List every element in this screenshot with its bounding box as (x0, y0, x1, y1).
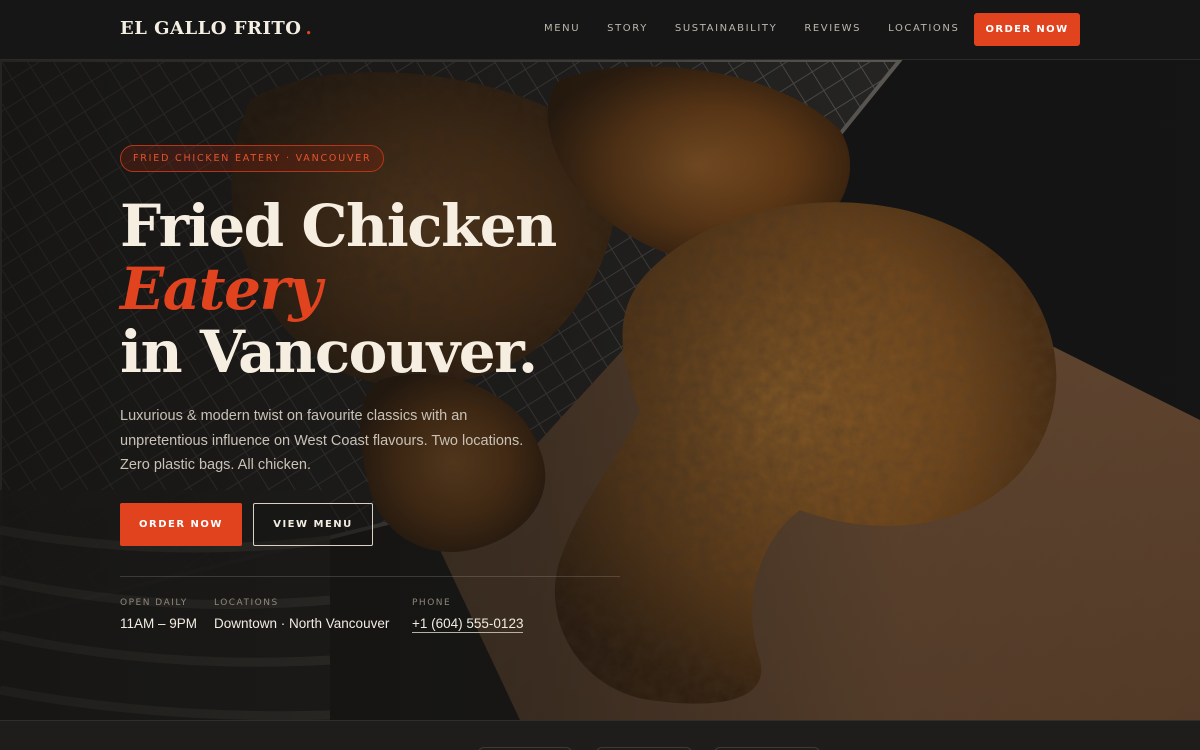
info-locations: LOCATIONS Downtown · North Vancouver (214, 598, 389, 631)
nav-links: MENU STORY SUSTAINABILITY REVIEWS LOCATI… (544, 23, 986, 34)
top-navigation: EL GALLO FRITO. MENU STORY SUSTAINABILIT… (0, 0, 1200, 60)
nav-order-now-button[interactable]: ORDER NOW (974, 13, 1080, 46)
phone-value-wrap: +1 (604) 555-0123 (412, 616, 524, 633)
nav-link-menu[interactable]: MENU (544, 23, 580, 34)
brand-name: EL GALLO FRITO (120, 18, 302, 39)
locations-label: LOCATIONS (214, 598, 279, 608)
phone-label: PHONE (412, 598, 452, 608)
headline-accent: Eatery (120, 255, 322, 323)
info-divider (120, 576, 620, 577)
hero-section: FRIED CHICKEN EATERY · VANCOUVER Fried C… (0, 60, 1200, 720)
brand-dot: . (305, 18, 313, 39)
hero-order-now-button[interactable]: ORDER NOW (120, 503, 242, 546)
hours-label: OPEN DAILY (120, 598, 188, 608)
phone-link[interactable]: +1 (604) 555-0123 (412, 616, 524, 633)
locations-value: Downtown · North Vancouver (214, 616, 390, 631)
hero-headline: Fried Chicken Eatery in Vancouver. (120, 195, 640, 384)
info-phone: PHONE +1 (604) 555-0123 (412, 598, 524, 633)
nav-link-reviews[interactable]: REVIEWS (804, 23, 861, 34)
hours-value: 11AM – 9PM (120, 616, 198, 631)
nav-link-locations[interactable]: LOCATIONS (888, 23, 959, 34)
hero-description: Luxurious & modern twist on favourite cl… (120, 408, 524, 473)
brand-logo[interactable]: EL GALLO FRITO. (120, 18, 312, 39)
nav-link-sustainability[interactable]: SUSTAINABILITY (675, 23, 777, 34)
headline-line-3: in Vancouver. (120, 318, 538, 386)
hero-view-menu-button[interactable]: VIEW MENU (253, 503, 373, 546)
hero-eyebrow-badge: FRIED CHICKEN EATERY · VANCOUVER (120, 145, 385, 172)
info-hours: OPEN DAILY 11AM – 9PM (120, 598, 197, 631)
headline-line-1: Fried Chicken (120, 192, 557, 260)
nav-link-story[interactable]: STORY (607, 23, 648, 34)
next-section-strip (0, 720, 1200, 750)
